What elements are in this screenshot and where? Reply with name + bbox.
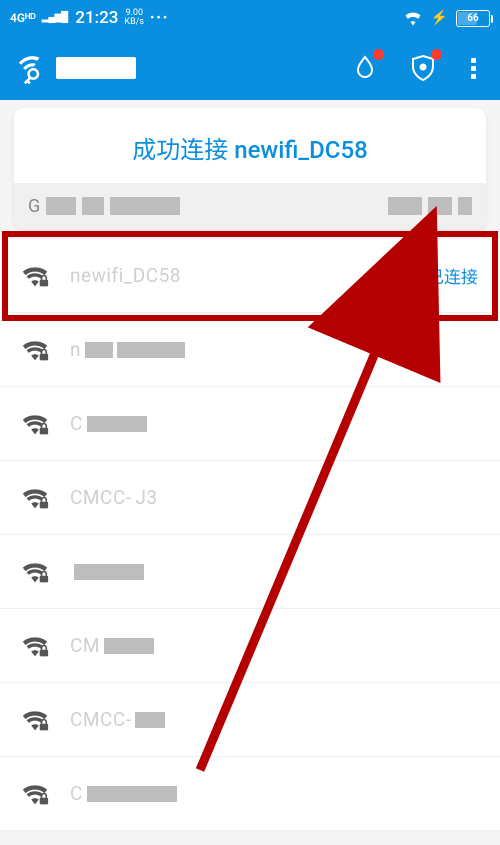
wifi-ssid: CMCC-J3: [70, 486, 478, 509]
wifi-lock-icon: [18, 781, 52, 807]
android-status-bar: 4Gᴴᴰ ▂▄▆█ 21:23 9.00 KB/s ••• ⚡ 66: [0, 0, 500, 36]
app-title-censored: [56, 57, 136, 79]
notification-badge: [431, 49, 442, 60]
network-type: 4Gᴴᴰ: [10, 11, 36, 25]
wifi-network-list: newifi_DC58已连接nCCMCC-J3CMCMCC-C: [0, 239, 500, 831]
wifi-network-row[interactable]: CMCC-J3: [0, 461, 500, 535]
network-speed: 9.00 KB/s: [124, 9, 144, 27]
status-more-icon: •••: [150, 11, 169, 26]
wifi-key-icon: [12, 51, 46, 85]
wifi-network-row[interactable]: CMCC-: [0, 683, 500, 757]
signal-icon: ▂▄▆█: [42, 13, 68, 23]
wifi-status-icon: [403, 10, 423, 26]
connection-banner: 成功连接 newifi_DC58 G: [14, 108, 486, 229]
notification-badge: [373, 49, 384, 60]
charging-icon: ⚡: [431, 10, 448, 26]
shield-button[interactable]: [394, 39, 452, 97]
wifi-network-row[interactable]: C: [0, 387, 500, 461]
wifi-lock-icon: [18, 559, 52, 585]
wifi-ssid: [70, 564, 478, 580]
wifi-lock-icon: [18, 633, 52, 659]
connection-success-text: 成功连接 newifi_DC58: [14, 108, 486, 183]
wifi-ssid: newifi_DC58: [70, 264, 401, 287]
wifi-ssid: n: [70, 338, 478, 361]
status-right: ⚡ 66: [403, 10, 490, 27]
wifi-ssid: CMCC-: [70, 708, 478, 731]
wifi-network-row[interactable]: CM: [0, 609, 500, 683]
wifi-lock-icon: [18, 411, 52, 437]
wifi-network-row[interactable]: n: [0, 313, 500, 387]
wifi-lock-icon: [18, 337, 52, 363]
wifi-ssid: C: [70, 782, 478, 805]
wifi-ssid: CM: [70, 634, 478, 657]
wifi-lock-icon: [18, 485, 52, 511]
wifi-lock-icon: [18, 707, 52, 733]
connected-status: 已连接: [401, 263, 478, 288]
app-header: [0, 36, 500, 100]
status-left: 4Gᴴᴰ ▂▄▆█ 21:23 9.00 KB/s •••: [10, 8, 169, 28]
app-logo[interactable]: [12, 51, 136, 85]
wifi-lock-icon: [18, 263, 52, 289]
wifi-network-row[interactable]: newifi_DC58已连接: [0, 239, 500, 313]
clock: 21:23: [75, 8, 118, 28]
battery-indicator: 66: [456, 10, 490, 27]
header-actions: [336, 39, 494, 97]
banner-ad-row[interactable]: G: [14, 183, 486, 229]
wifi-network-row[interactable]: [0, 535, 500, 609]
wifi-ssid: C: [70, 412, 478, 435]
wifi-network-row[interactable]: C: [0, 757, 500, 831]
water-drop-button[interactable]: [336, 39, 394, 97]
overflow-menu-button[interactable]: [452, 58, 494, 79]
